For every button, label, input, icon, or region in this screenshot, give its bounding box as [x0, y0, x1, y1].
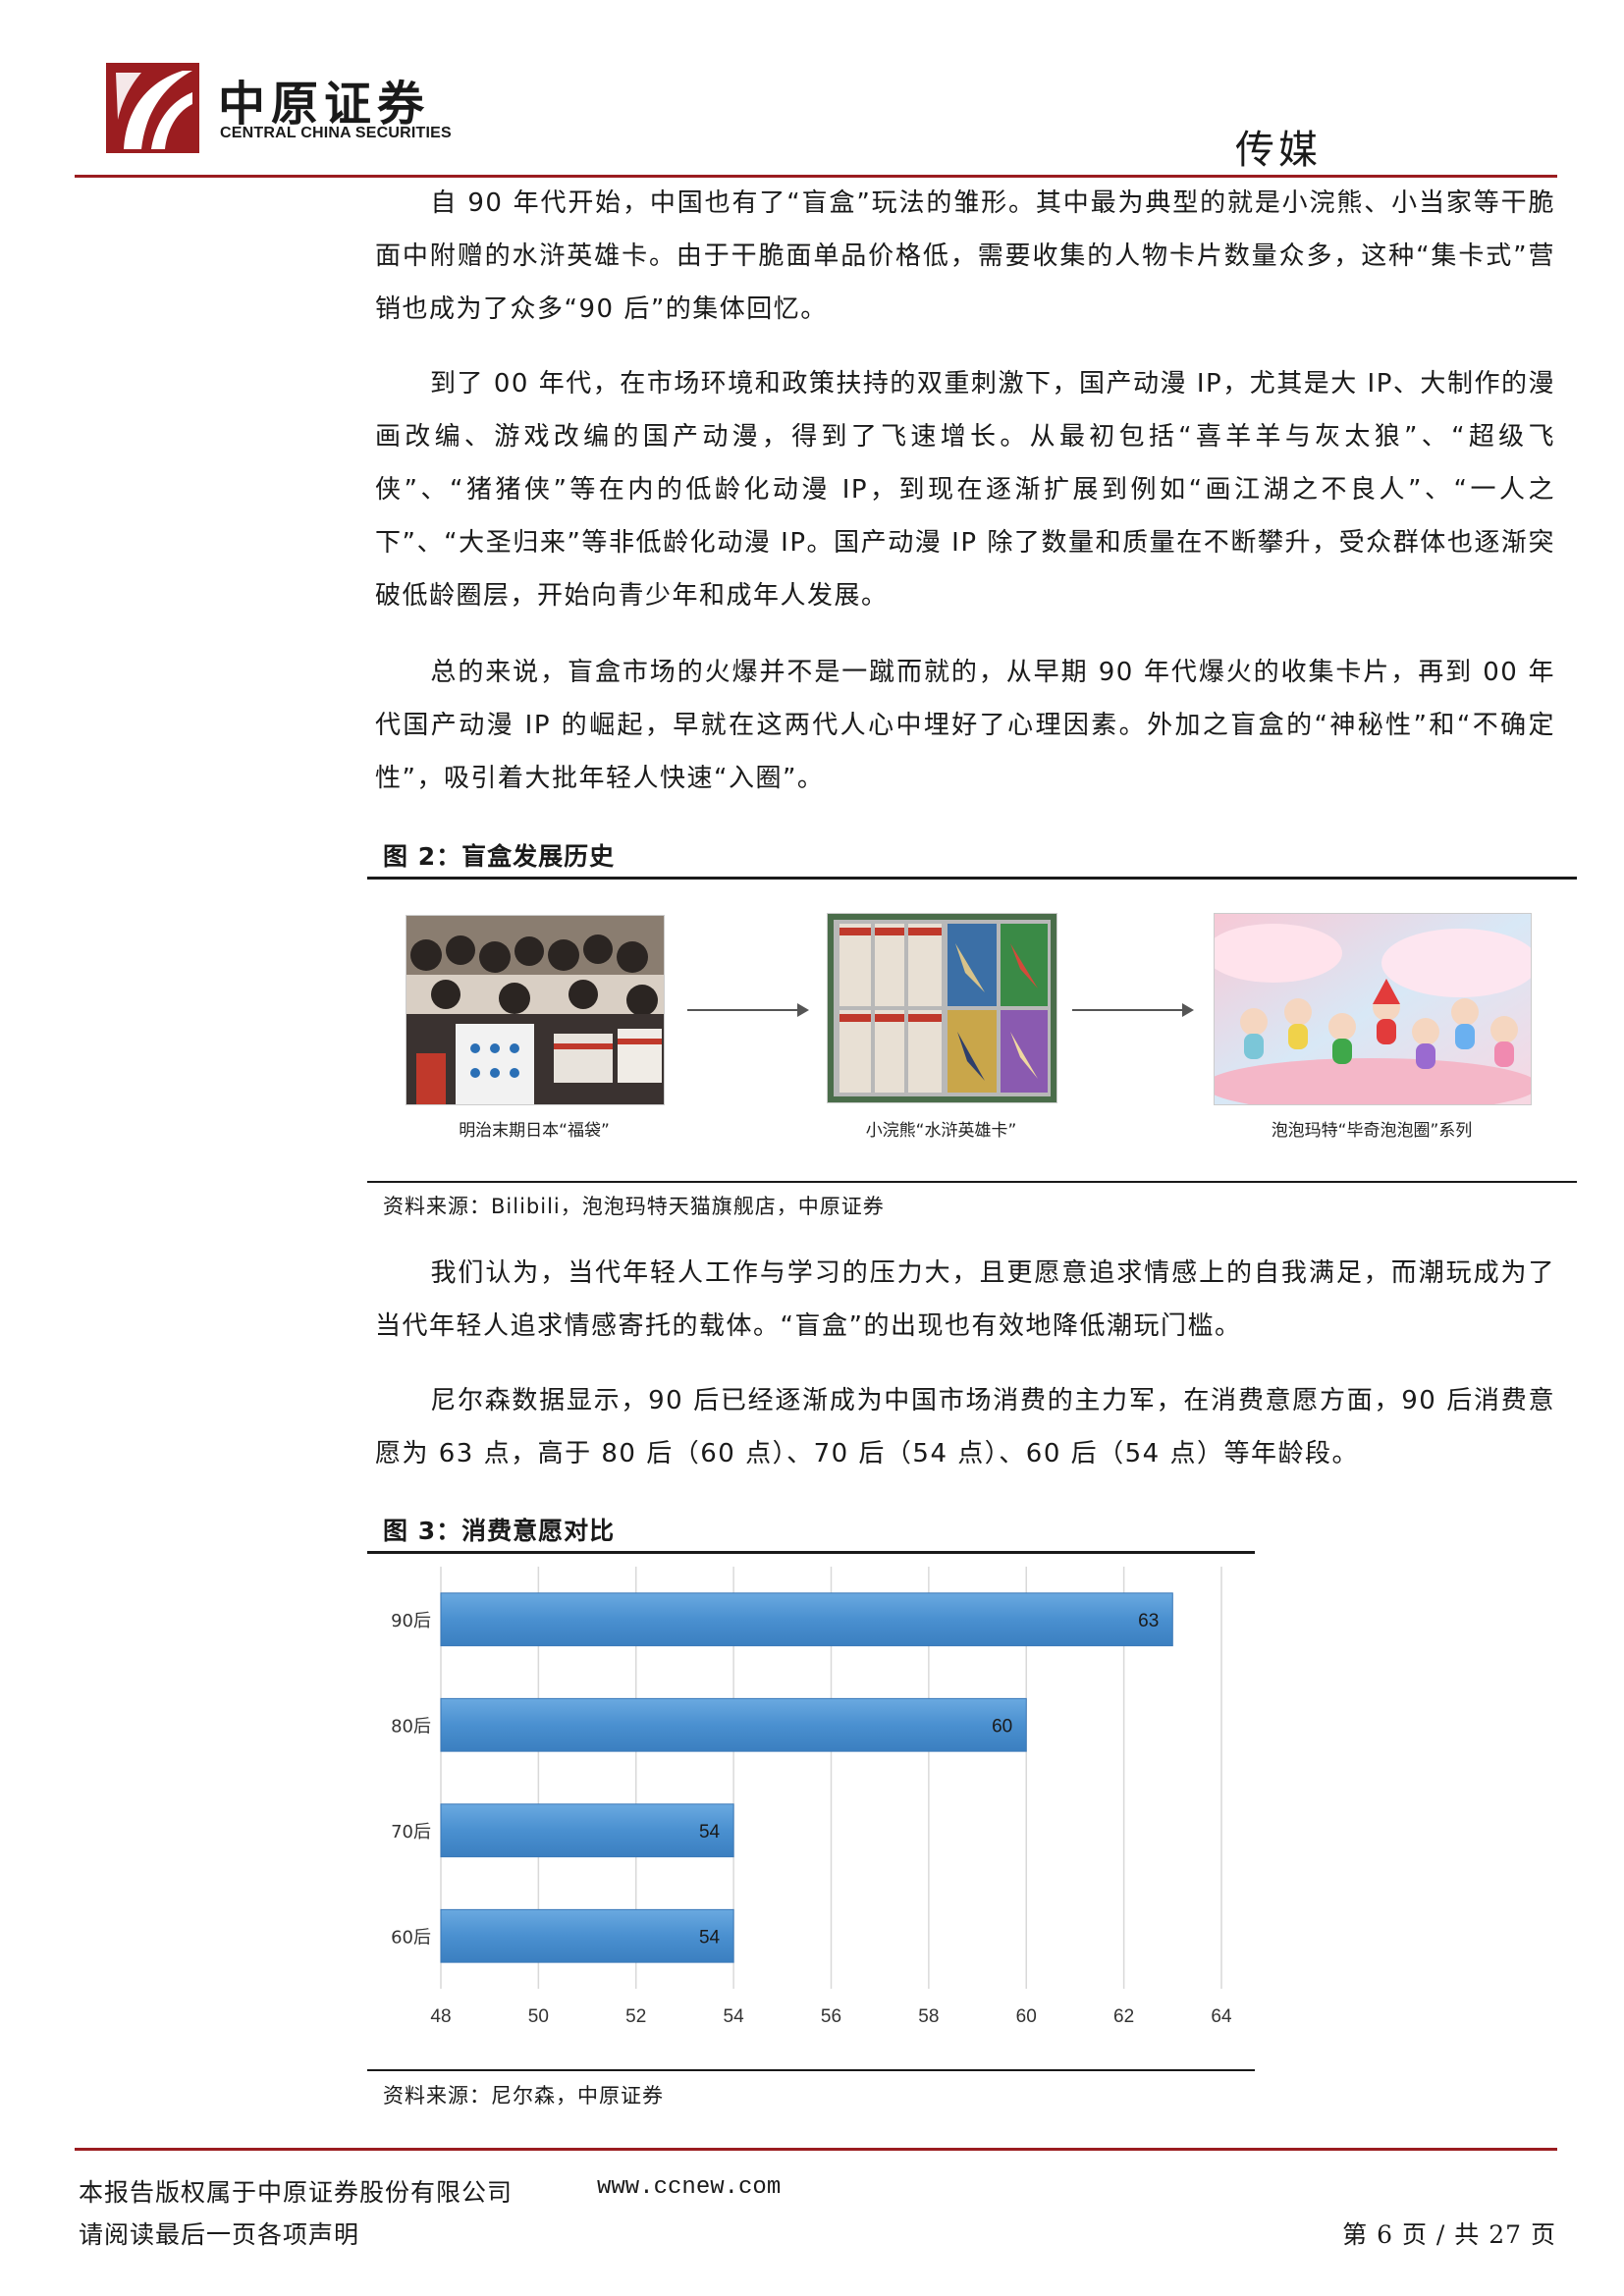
- brand-name-cn: 中原证券: [218, 77, 431, 132]
- figure-2-source: 资料来源：Bilibili，泡泡玛特天猫旗舰店，中原证券: [383, 1195, 885, 1218]
- hero-cards-photo: [827, 913, 1057, 1103]
- bar: [440, 1592, 1173, 1647]
- paragraph-5: 尼尔森数据显示，90 后已经逐渐成为中国市场消费的主力军，在消费意愿方面，90 …: [375, 1374, 1555, 1480]
- bar: [440, 1908, 734, 1963]
- x-tick-label: 62: [1113, 2006, 1134, 2027]
- consumption-willingness-chart: 48 50 52 54 56 58 60 62 64 63 90后 60 80后 54 70后 54 60后: [391, 1567, 1232, 2027]
- paragraph-3: 总的来说，盲盒市场的火爆并不是一蹴而就的，从早期 90 年代爆火的收集卡片，再到…: [375, 646, 1555, 805]
- y-category-label: 80后: [391, 1716, 431, 1736]
- bar-value-label: 54: [699, 1822, 721, 1842]
- bar-value-label: 60: [992, 1716, 1012, 1736]
- lucky-bag-photo: [406, 915, 665, 1105]
- paragraph-5-text: 尼尔森数据显示，90 后已经逐渐成为中国市场消费的主力军，在消费意愿方面，90 …: [375, 1386, 1555, 1468]
- paragraph-1: 自 90 年代开始，中国也有了“盲盒”玩法的雏形。其中最为典型的就是小浣熊、小当…: [375, 177, 1555, 336]
- paragraph-4: 我们认为，当代年轻人工作与学习的压力大，且更愿意追求情感上的自我满足，而潮玩成为…: [375, 1247, 1555, 1353]
- figure-2-bottom-rule: [367, 1181, 1577, 1183]
- footer-copyright: 本报告版权属于中原证券股份有限公司: [79, 2178, 514, 2207]
- y-category-label: 60后: [391, 1927, 431, 1948]
- x-tick-label: 64: [1211, 2006, 1232, 2027]
- figure-2-caption-2: 小浣熊“水浒英雄卡”: [865, 1121, 1017, 1141]
- figure-2-caption-3: 泡泡玛特“毕奇泡泡圈”系列: [1271, 1121, 1473, 1141]
- bar: [440, 1697, 1027, 1752]
- figure-3-top-rule: [367, 1551, 1255, 1554]
- industry-label: 传媒: [1235, 128, 1322, 173]
- figure-2-caption-1: 明治末期日本“福袋”: [459, 1121, 610, 1141]
- x-tick-label: 52: [625, 2006, 646, 2027]
- y-category-label: 90后: [391, 1611, 431, 1631]
- paragraph-2-text: 到了 00 年代，在市场环境和政策扶持的双重刺激下，国产动漫 IP，尤其是大 I…: [375, 369, 1555, 611]
- footer-page-number: 第 6 页 / 共 27 页: [1342, 2220, 1556, 2249]
- x-tick-label: 50: [528, 2006, 549, 2027]
- x-tick-label: 58: [918, 2006, 939, 2027]
- y-category-label: 70后: [391, 1822, 431, 1842]
- x-tick-label: 48: [430, 2006, 451, 2027]
- paragraph-4-text: 我们认为，当代年轻人工作与学习的压力大，且更愿意追求情感上的自我满足，而潮玩成为…: [375, 1258, 1555, 1341]
- x-tick-label: 60: [1016, 2006, 1037, 2027]
- brand-name-en: CENTRAL CHINA SECURITIES: [220, 125, 452, 141]
- bar-value-label: 63: [1138, 1611, 1159, 1631]
- paragraph-3-text: 总的来说，盲盒市场的火爆并不是一蹴而就的，从早期 90 年代爆火的收集卡片，再到…: [375, 658, 1555, 793]
- bar: [440, 1803, 734, 1858]
- figure-3-source: 资料来源：尼尔森，中原证券: [383, 2084, 664, 2108]
- bubble-toys-photo: [1214, 913, 1532, 1105]
- paragraph-1-text: 自 90 年代开始，中国也有了“盲盒”玩法的雏形。其中最为典型的就是小浣熊、小当…: [375, 188, 1555, 324]
- footer-divider: [75, 2148, 1557, 2151]
- arrow-right-icon: [687, 1003, 809, 1017]
- figure-3-title: 图 3：消费意愿对比: [383, 1517, 616, 1545]
- arrow-right-icon: [1072, 1003, 1194, 1017]
- x-tick-label: 56: [821, 2006, 841, 2027]
- figure-2-top-rule: [367, 877, 1577, 880]
- footer-disclaimer: 请阅读最后一页各项声明: [79, 2220, 360, 2249]
- footer-url[interactable]: www.ccnew.com: [597, 2174, 781, 2201]
- figure-3-bottom-rule: [367, 2069, 1255, 2071]
- paragraph-2: 到了 00 年代，在市场环境和政策扶持的双重刺激下，国产动漫 IP，尤其是大 I…: [375, 357, 1555, 622]
- figure-2-title: 图 2：盲盒发展历史: [383, 842, 616, 871]
- bar-value-label: 54: [699, 1927, 721, 1948]
- company-logo: [106, 63, 199, 153]
- x-tick-label: 54: [724, 2006, 745, 2027]
